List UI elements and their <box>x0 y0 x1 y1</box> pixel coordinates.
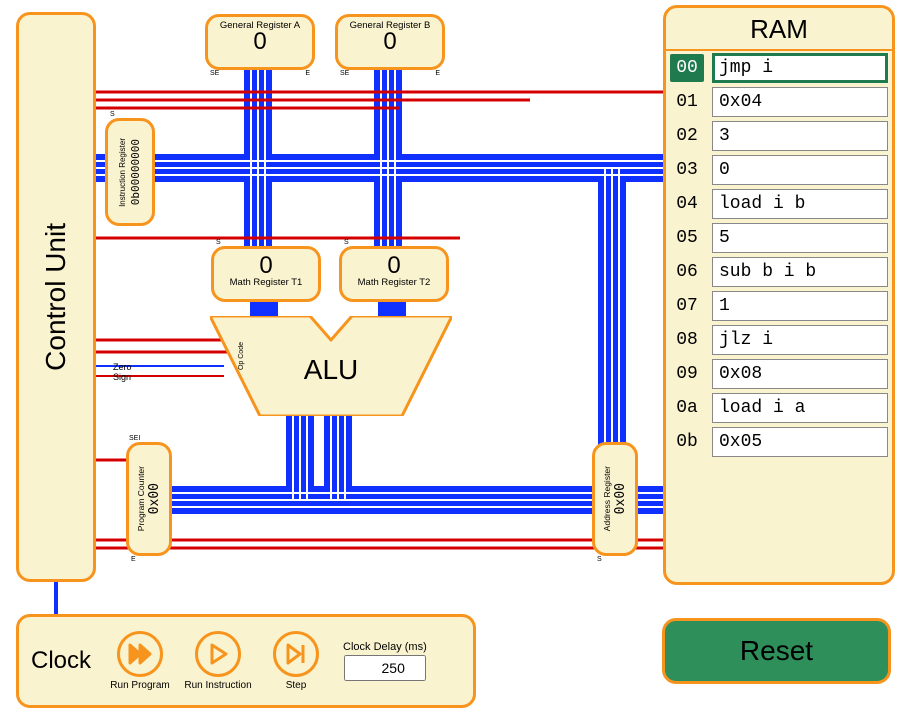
ram-row: 04 <box>670 189 888 219</box>
register-label: Math Register T1 <box>214 277 318 288</box>
ram-cell-input[interactable] <box>712 393 888 423</box>
alu: Op Code ALU <box>210 316 452 416</box>
register-value: 0 <box>214 249 318 280</box>
clock-label: Clock <box>31 647 91 675</box>
address-register: Address Register 0x00 S <box>592 442 638 556</box>
play-icon <box>195 631 241 677</box>
math-register-t1: S 0 Math Register T1 <box>211 246 321 302</box>
sign-flag-label: Sign <box>113 372 132 382</box>
ram-row: 0a <box>670 393 888 423</box>
register-value: 0x00 <box>613 483 628 514</box>
fast-forward-icon <box>117 631 163 677</box>
port-e: E <box>435 70 440 77</box>
port-s: S <box>110 111 115 118</box>
ram-cell-input[interactable] <box>712 291 888 321</box>
general-register-b: General Register B 0 SE E <box>335 14 445 70</box>
clock-delay-input[interactable] <box>344 655 426 681</box>
ram-address: 0b <box>670 428 704 456</box>
port-s: S <box>216 239 221 246</box>
ram-address: 04 <box>670 190 704 218</box>
ram-cell-input[interactable] <box>712 257 888 287</box>
ram-cell-input[interactable] <box>712 53 888 83</box>
ram-row: 08 <box>670 325 888 355</box>
register-label: Program Counter <box>136 466 146 531</box>
ram-address: 01 <box>670 88 704 116</box>
program-counter: Program Counter 0x00 SEI E <box>126 442 172 556</box>
ram-panel: RAM SE 000102030405060708090a0b <box>663 5 895 585</box>
register-label: Instruction Register <box>118 138 127 207</box>
math-register-t2: S 0 Math Register T2 <box>339 246 449 302</box>
ram-cell-input[interactable] <box>712 87 888 117</box>
zero-flag-label: Zero <box>113 362 132 372</box>
control-unit: Control Unit <box>16 12 96 582</box>
clock-delay-group: Clock Delay (ms) <box>343 641 427 681</box>
reset-label: Reset <box>740 635 813 667</box>
ram-cell-input[interactable] <box>712 325 888 355</box>
reset-button[interactable]: Reset <box>662 618 891 684</box>
ram-row: 05 <box>670 223 888 253</box>
ram-address: 06 <box>670 258 704 286</box>
ram-address: 00 <box>670 54 704 82</box>
ram-row: 02 <box>670 121 888 151</box>
register-value: 0 <box>338 28 442 56</box>
ram-rows: 00 01 02 03 04 05 06 07 08 09 0a 0b <box>666 51 892 457</box>
ram-cell-input[interactable] <box>712 189 888 219</box>
port-s: S <box>597 556 602 563</box>
instruction-register: Instruction Register 0b00000000 S <box>105 118 155 226</box>
port-e: E <box>131 556 136 563</box>
control-unit-label: Control Unit <box>40 223 72 371</box>
ram-row: 06 <box>670 257 888 287</box>
ram-cell-input[interactable] <box>712 155 888 185</box>
register-label: Math Register T2 <box>342 277 446 288</box>
ram-row: 07 <box>670 291 888 321</box>
run-program-button[interactable]: Run Program <box>105 631 175 691</box>
ram-address: 07 <box>670 292 704 320</box>
button-caption: Run Program <box>110 680 169 691</box>
ram-row: 0b <box>670 427 888 457</box>
step-button[interactable]: Step <box>261 631 331 691</box>
register-label: Address Register <box>602 466 612 531</box>
ram-address: 05 <box>670 224 704 252</box>
run-instruction-button[interactable]: Run Instruction <box>183 631 253 691</box>
port-sei: SEI <box>129 435 140 442</box>
port-se: SE <box>340 70 349 77</box>
ram-cell-input[interactable] <box>712 223 888 253</box>
ram-row: 00 <box>670 53 888 83</box>
ram-row: 01 <box>670 87 888 117</box>
clock-wire <box>54 582 58 616</box>
ram-address: 02 <box>670 122 704 150</box>
step-icon <box>273 631 319 677</box>
ram-row: 09 <box>670 359 888 389</box>
register-value: 0 <box>342 249 446 280</box>
ram-cell-input[interactable] <box>712 359 888 389</box>
clock-panel: Clock Run Program Run Instruction Step C… <box>16 614 476 708</box>
ram-cell-input[interactable] <box>712 121 888 151</box>
alu-label: ALU <box>210 354 452 386</box>
register-value: 0x00 <box>147 483 162 514</box>
button-caption: Run Instruction <box>184 680 251 691</box>
port-s: S <box>344 239 349 246</box>
ram-cell-input[interactable] <box>712 427 888 457</box>
port-e: E <box>305 70 310 77</box>
ram-address: 03 <box>670 156 704 184</box>
register-value: 0b00000000 <box>129 139 142 205</box>
clock-delay-label: Clock Delay (ms) <box>343 641 427 653</box>
zero-sign-labels: Zero Sign <box>113 362 132 382</box>
ram-address: 09 <box>670 360 704 388</box>
register-value: 0 <box>208 28 312 56</box>
general-register-a: General Register A 0 SE E <box>205 14 315 70</box>
ram-row: 03 <box>670 155 888 185</box>
port-se: SE <box>210 70 219 77</box>
button-caption: Step <box>286 680 307 691</box>
ram-address: 08 <box>670 326 704 354</box>
ram-address: 0a <box>670 394 704 422</box>
ram-title: RAM <box>666 8 892 51</box>
